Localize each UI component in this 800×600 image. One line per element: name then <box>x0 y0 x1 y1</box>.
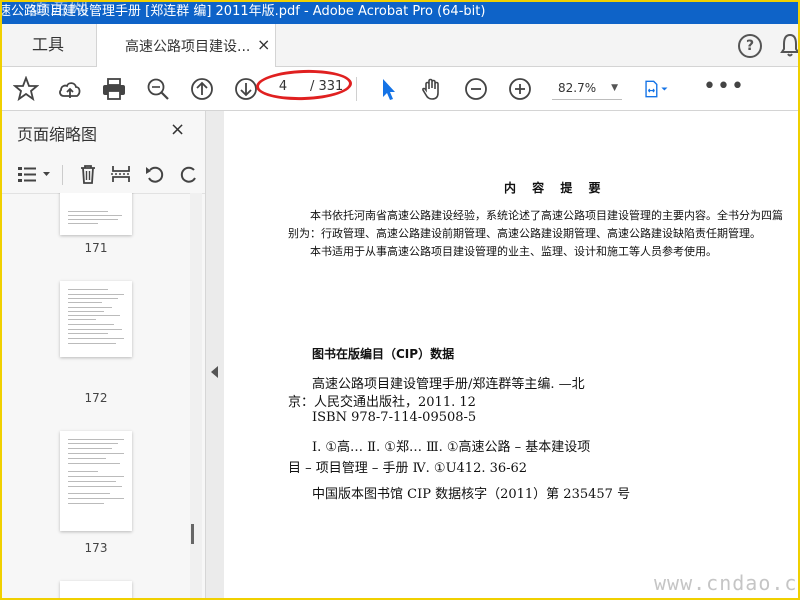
toolbar-divider <box>356 77 357 101</box>
cip-line-1: 高速公路项目建设管理手册/郑连群等主编. —北 <box>312 377 585 392</box>
tab-document-label: 高速公路项目建设... <box>125 39 251 55</box>
thumbnail-label: 171 <box>84 241 108 255</box>
main-toolbar: / 331 82.7% ▼ ••• <box>0 67 800 111</box>
cip-line-3: ISBN 978-7-114-09508-5 <box>312 410 477 425</box>
thumbnail-page[interactable] <box>60 281 132 357</box>
document-view[interactable]: 内 容 提 要 本书依托河南省高速公路建设经验，系统论述了高速公路项目建设管理的… <box>224 111 800 600</box>
close-icon[interactable]: × <box>257 35 270 54</box>
tab-document[interactable]: 高速公路项目建设... × <box>96 24 276 67</box>
tab-tools[interactable]: 工具 <box>0 24 96 66</box>
cip-title: 图书在版编目（CIP）数据 <box>312 347 455 361</box>
rotate-left-icon[interactable] <box>144 163 166 185</box>
panel-title: 页面缩略图 <box>17 125 98 144</box>
zoom-in-icon[interactable] <box>507 76 533 102</box>
print-icon[interactable] <box>101 76 127 102</box>
cip-line-5: 目 – 项目管理 – 手册 Ⅳ. ①U412. 36-62 <box>288 461 528 476</box>
fit-page-icon[interactable] <box>643 76 677 102</box>
thumbnail-label: 172 <box>84 391 108 405</box>
bookmark-star-icon[interactable] <box>12 75 40 102</box>
cip-line-2: 京：人民交通出版社，2011. 12 <box>288 395 476 410</box>
page-thumbnails-panel: 页面缩略图 × 171 172 173 <box>0 111 206 600</box>
more-options-icon[interactable]: ••• <box>703 76 745 98</box>
cloud-upload-icon[interactable] <box>57 76 83 102</box>
notification-bell-icon[interactable] <box>780 32 800 58</box>
thumbnail-toolbar <box>0 155 205 194</box>
collapse-arrow-icon[interactable] <box>211 366 218 378</box>
summary-line-2: 别为：行政管理、高速公路建设前期管理、高速公路建设期管理、高速公路建设缺陷责任期… <box>288 227 761 240</box>
summary-heading: 内 容 提 要 <box>504 181 607 195</box>
site-watermark-bottom: www.cndao.com <box>654 571 800 595</box>
cip-line-6: 中国版本图书馆 CIP 数据核字（2011）第 235457 号 <box>312 487 631 502</box>
rotate-right-icon[interactable] <box>178 163 196 185</box>
summary-line-1: 本书依托河南省高速公路建设经验，系统论述了高速公路项目建设管理的主要内容。全书分… <box>310 209 783 222</box>
summary-line-3: 本书适用于从事高速公路项目建设管理的业主、监理、设计和施工等人员参考使用。 <box>310 245 717 258</box>
tab-bar: 工具 高速公路项目建设... × ? <box>0 24 800 67</box>
scrollbar-thumb[interactable] <box>191 524 194 544</box>
next-page-icon[interactable] <box>233 76 259 102</box>
title-bar: 速公路项目建设管理手册 [郑连群 编] 2011年版.pdf - Adobe A… <box>0 0 800 24</box>
select-cursor-icon[interactable] <box>375 76 401 102</box>
thumbnail-page[interactable] <box>60 431 132 531</box>
chevron-down-icon: ▼ <box>611 83 618 93</box>
panel-close-icon[interactable]: × <box>170 119 185 140</box>
cip-line-4: Ⅰ. ①高… Ⅱ. ①郑… Ⅲ. ①高速公路 – 基本建设项 <box>312 440 591 455</box>
highlight-ellipse <box>255 68 353 102</box>
options-menu-icon[interactable] <box>16 163 52 185</box>
thumbnail-list: 171 172 173 <box>0 193 190 600</box>
site-watermark: 道游网 <box>30 0 90 19</box>
zoom-level-select[interactable]: 82.7% ▼ <box>552 79 622 100</box>
delete-icon[interactable] <box>77 163 99 185</box>
thumbnail-page[interactable] <box>60 193 132 235</box>
thumbnail-page[interactable] <box>60 581 132 600</box>
extract-pages-icon[interactable] <box>110 163 132 185</box>
panel-collapse-strip[interactable] <box>206 111 224 600</box>
thumbnail-label: 173 <box>84 541 108 555</box>
zoom-out-icon[interactable] <box>463 76 489 102</box>
panel-divider <box>62 165 63 185</box>
hand-tool-icon[interactable] <box>419 76 445 102</box>
help-icon[interactable]: ? <box>738 34 762 58</box>
zoom-value: 82.7% <box>558 81 597 95</box>
previous-page-icon[interactable] <box>189 76 215 102</box>
zoom-search-icon[interactable] <box>145 76 171 102</box>
